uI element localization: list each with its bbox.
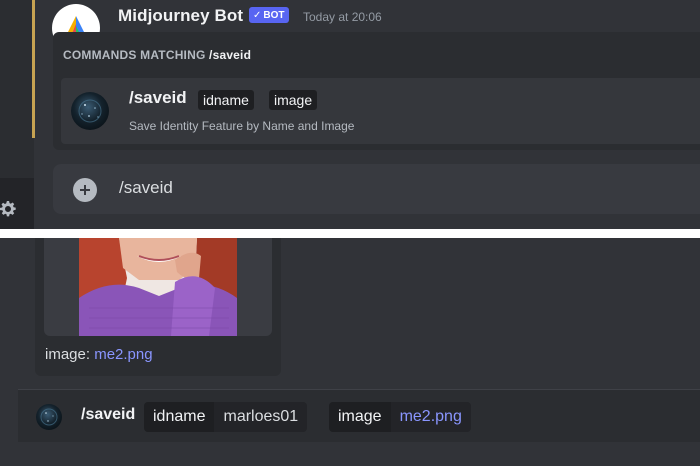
mention-highlight-bar [32, 0, 35, 138]
message-input-text[interactable]: /saveid [119, 178, 173, 198]
screenshot-divider [0, 229, 700, 238]
message-timestamp: Today at 20:06 [303, 10, 382, 24]
server-sidebar-edge [0, 0, 34, 229]
gear-icon[interactable] [0, 201, 16, 217]
command-description: Save Identity Feature by Name and Image [129, 119, 355, 133]
param-key: idname [144, 402, 215, 432]
command-option-pill: image [269, 90, 318, 110]
bot-badge: ✓ BOT [249, 7, 289, 23]
discord-top-panel: Midjourney Bot ✓ BOT Today at 20:06 COMM… [0, 0, 700, 229]
bot-badge-label: BOT [263, 9, 285, 21]
attachment-file-link[interactable]: me2.png [94, 346, 152, 363]
plus-circle-icon[interactable] [73, 178, 97, 202]
command-option-pill: idname [198, 90, 254, 110]
bot-username[interactable]: Midjourney Bot [118, 6, 243, 26]
param-image[interactable]: image me2.png [329, 402, 471, 432]
slash-command-preview: /saveid idname marloes01 image me2.png [18, 390, 700, 442]
app-avatar-small [36, 404, 62, 430]
message-input-bar[interactable]: /saveid [53, 164, 700, 214]
attachment-image-frame[interactable] [44, 238, 272, 336]
param-idname[interactable]: idname marloes01 [144, 402, 308, 432]
starfield-avatar-icon [40, 408, 58, 426]
starfield-avatar-icon [78, 99, 102, 123]
command-option-saveid[interactable]: /saveid idname image Save Identity Featu… [61, 78, 700, 144]
autocomplete-header-prefix: COMMANDS MATCHING [63, 48, 210, 62]
autocomplete-header: COMMANDS MATCHING /saveid [63, 48, 251, 62]
command-autocomplete-popup: COMMANDS MATCHING /saveid /saveid idname… [53, 32, 700, 150]
attachment-caption-label: image: [45, 346, 95, 363]
attachment-photo[interactable] [79, 238, 237, 336]
param-value: marloes01 [214, 402, 308, 432]
verified-check-icon: ✓ [253, 9, 262, 21]
discord-bottom-panel: image: me2.png /saveid idname marloes01 … [0, 238, 700, 466]
param-key: image [329, 402, 391, 432]
app-avatar [71, 92, 109, 130]
param-value-link[interactable]: me2.png [390, 402, 471, 432]
attachment-caption: image: me2.png [45, 346, 153, 363]
autocomplete-header-query: /saveid [209, 48, 252, 62]
slash-command-name: /saveid [81, 406, 136, 423]
attachment-card: image: me2.png [35, 238, 281, 376]
command-name: /saveid [129, 88, 187, 107]
